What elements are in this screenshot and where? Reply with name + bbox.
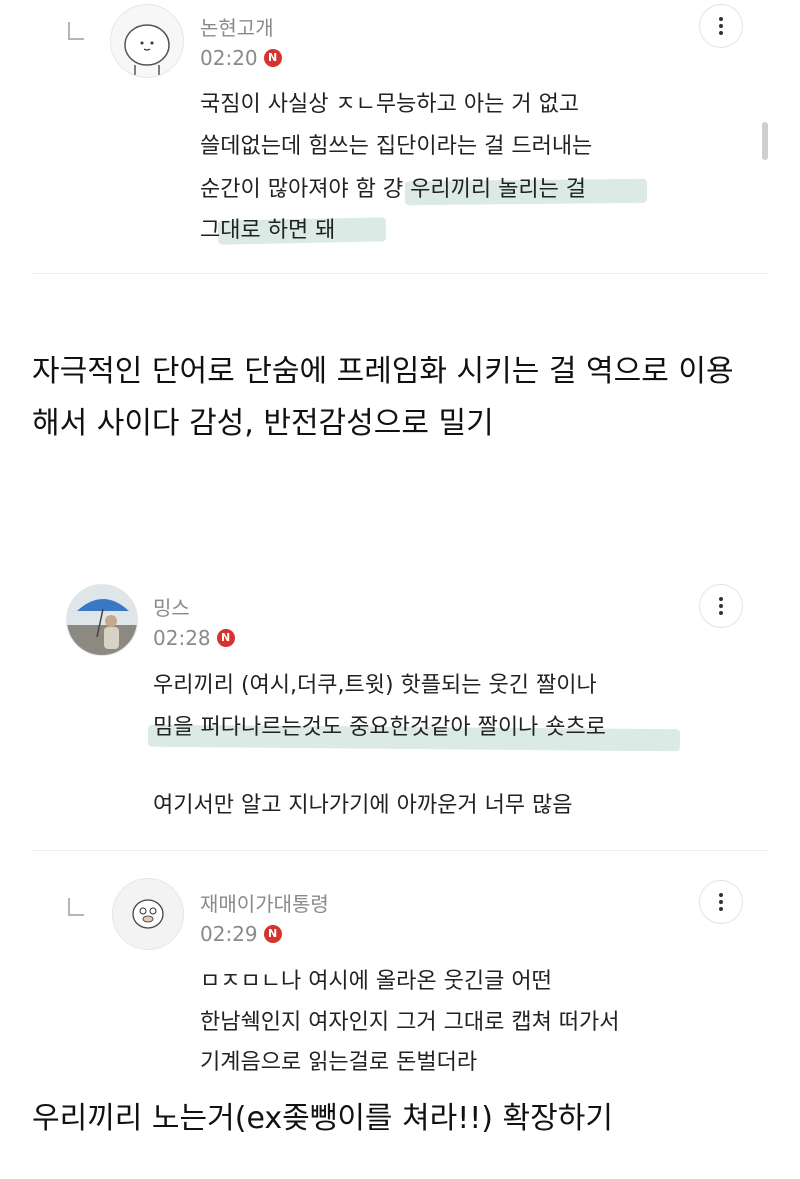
more-options-button[interactable] bbox=[699, 880, 743, 924]
comment-author[interactable]: 재매이가대통령 bbox=[200, 888, 329, 917]
body-text-line: 자극적인 단어로 단숨에 프레임화 시키는 걸 역으로 이용 bbox=[32, 354, 734, 389]
comment-text-line: 쓸데없는데 힘쓰는 집단이라는 걸 드러내는 bbox=[200, 134, 593, 159]
comment-time: 02:20 N bbox=[200, 46, 282, 70]
new-badge-icon: N bbox=[263, 925, 282, 943]
divider bbox=[32, 850, 768, 851]
reply-icon bbox=[68, 22, 84, 40]
comment-timestamp: 02:29 bbox=[200, 922, 258, 946]
comment-text-line: 그대로 하면 돼 bbox=[200, 218, 336, 243]
comment-text-line: 여기서만 알고 지나가기에 아까운거 너무 많음 bbox=[153, 793, 573, 818]
avatar[interactable] bbox=[110, 4, 184, 78]
comment-timestamp: 02:28 bbox=[153, 626, 211, 650]
comment-text-line: 순간이 많아져야 함 걍 우리끼리 놀리는 걸 bbox=[200, 177, 587, 202]
comment-time: 02:29 N bbox=[200, 922, 282, 946]
new-badge-icon: N bbox=[263, 49, 282, 67]
divider bbox=[32, 273, 768, 274]
reply-icon bbox=[68, 898, 84, 916]
comment-text-line: 국짐이 사실상 ㅈㄴ무능하고 아는 거 없고 bbox=[200, 92, 580, 117]
more-options-button[interactable] bbox=[699, 584, 743, 628]
avatar-photo-icon bbox=[67, 585, 137, 655]
avatar[interactable] bbox=[66, 584, 138, 656]
avatar[interactable] bbox=[112, 878, 184, 950]
more-options-button[interactable] bbox=[699, 4, 743, 48]
avatar-character-icon bbox=[113, 879, 183, 949]
comment-author[interactable]: 밍스 bbox=[153, 592, 190, 621]
scrollbar[interactable] bbox=[762, 122, 768, 160]
comment-time: 02:28 N bbox=[153, 626, 235, 650]
body-text-line: 해서 사이다 감성, 반전감성으로 밀기 bbox=[32, 406, 494, 441]
comment-text-line: 밈을 퍼다나르는것도 중요한것같아 짤이나 숏츠로 bbox=[153, 715, 607, 740]
comment-text-line: 우리끼리 (여시,더쿠,트윗) 핫플되는 웃긴 짤이나 bbox=[153, 673, 597, 698]
body-text-line: 우리끼리 노는거(ex좆뺑이를 쳐라!!) 확장하기 bbox=[32, 1101, 613, 1136]
avatar-character-icon bbox=[111, 5, 183, 77]
comment-author[interactable]: 논현고개 bbox=[200, 12, 274, 41]
comment-text-line: ㅁㅈㅁㄴ나 여시에 올라온 웃긴글 어떤 bbox=[200, 969, 552, 994]
new-badge-icon: N bbox=[216, 629, 235, 647]
comment-timestamp: 02:20 bbox=[200, 46, 258, 70]
comment-text-line: 한남쉑인지 여자인지 그거 그대로 캡쳐 떠가서 bbox=[200, 1010, 620, 1035]
comment-text-line: 기계음으로 읽는걸로 돈벌더라 bbox=[200, 1050, 478, 1075]
